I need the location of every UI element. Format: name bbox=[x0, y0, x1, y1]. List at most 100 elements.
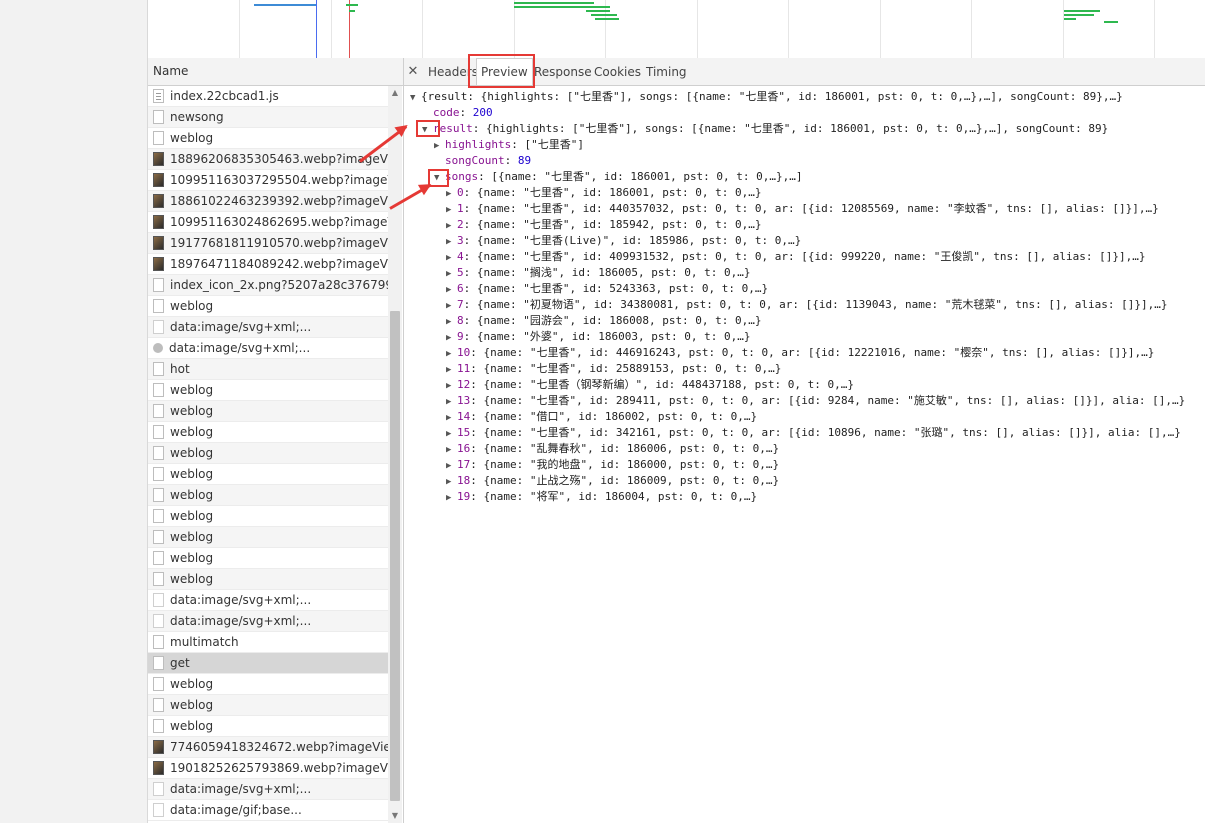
expand-right-icon[interactable]: ▶ bbox=[434, 138, 445, 154]
request-row[interactable]: weblog bbox=[148, 443, 388, 464]
document-file-icon bbox=[153, 466, 164, 481]
request-row[interactable]: data:image/svg+xml;... bbox=[148, 590, 388, 611]
request-row[interactable]: data:image/svg+xml;... bbox=[148, 338, 388, 359]
expand-right-icon[interactable]: ▶ bbox=[446, 426, 457, 442]
request-row[interactable]: weblog bbox=[148, 464, 388, 485]
request-row[interactable]: 18861022463239392.webp?imageView& bbox=[148, 191, 388, 212]
request-row[interactable]: 7746059418324672.webp?imageView&th bbox=[148, 737, 388, 758]
expand-right-icon[interactable]: ▶ bbox=[446, 458, 457, 474]
json-tree-node[interactable]: ▶ 11: {name: "七里香", id: 25889153, pst: 0,… bbox=[446, 361, 781, 377]
json-tree-node[interactable]: ▶ 17: {name: "我的地盘", id: 186000, pst: 0, … bbox=[446, 457, 779, 473]
expand-right-icon[interactable]: ▶ bbox=[446, 346, 457, 362]
expand-right-icon[interactable]: ▶ bbox=[446, 330, 457, 346]
json-tree-node[interactable]: ▼ result: {highlights: ["七里香"], songs: [{… bbox=[422, 121, 1108, 137]
expand-right-icon[interactable]: ▶ bbox=[446, 218, 457, 234]
json-tree-node[interactable]: ▶ 14: {name: "借口", id: 186002, pst: 0, t:… bbox=[446, 409, 757, 425]
expand-right-icon[interactable]: ▶ bbox=[446, 282, 457, 298]
json-tree-node[interactable]: ▶ 0: {name: "七里香", id: 186001, pst: 0, t:… bbox=[446, 185, 762, 201]
scroll-down-arrow-icon[interactable]: ▼ bbox=[388, 809, 402, 823]
request-row[interactable]: weblog bbox=[148, 716, 388, 737]
request-row[interactable]: 19018252625793869.webp?imageView& bbox=[148, 758, 388, 779]
request-list-scrollbar[interactable]: ▲ ▼ bbox=[388, 86, 402, 823]
json-tree-node[interactable]: ▶ 7: {name: "初夏物语", id: 34380081, pst: 0,… bbox=[446, 297, 1168, 313]
expand-right-icon[interactable]: ▶ bbox=[446, 410, 457, 426]
request-row[interactable]: weblog bbox=[148, 296, 388, 317]
expand-right-icon[interactable]: ▶ bbox=[446, 266, 457, 282]
json-tree-node[interactable]: ▶ 13: {name: "七里香", id: 289411, pst: 0, t… bbox=[446, 393, 1185, 409]
json-tree-node[interactable]: ▼ songs: [{name: "七里香", id: 186001, pst: … bbox=[434, 169, 803, 185]
network-overview-timeline[interactable] bbox=[148, 0, 1205, 59]
request-row[interactable]: 18976471184089242.webp?imageView& bbox=[148, 254, 388, 275]
request-name: 109951163024862695.webp?imageView. bbox=[170, 215, 388, 229]
request-row[interactable]: newsong bbox=[148, 107, 388, 128]
request-row[interactable]: weblog bbox=[148, 128, 388, 149]
dom-content-loaded-line bbox=[316, 0, 317, 58]
request-row[interactable]: weblog bbox=[148, 695, 388, 716]
name-column-header[interactable]: Name bbox=[148, 58, 403, 86]
request-row[interactable]: data:image/gif;base... bbox=[148, 800, 388, 821]
expand-right-icon[interactable]: ▶ bbox=[446, 202, 457, 218]
expand-down-icon[interactable]: ▼ bbox=[410, 90, 421, 106]
json-tree-node[interactable]: ▶ 1: {name: "七里香", id: 440357032, pst: 0,… bbox=[446, 201, 1159, 217]
tab-response[interactable]: Response bbox=[534, 58, 592, 85]
expand-right-icon[interactable]: ▶ bbox=[446, 234, 457, 250]
request-row[interactable]: weblog bbox=[148, 548, 388, 569]
request-row[interactable]: 109951163024862695.webp?imageView. bbox=[148, 212, 388, 233]
json-tree-node[interactable]: ▶ 2: {name: "七里香", id: 185942, pst: 0, t:… bbox=[446, 217, 762, 233]
request-row[interactable]: index.22cbcad1.js bbox=[148, 86, 388, 107]
expand-right-icon[interactable]: ▶ bbox=[446, 442, 457, 458]
expand-right-icon[interactable]: ▶ bbox=[446, 250, 457, 266]
json-tree-node[interactable]: ▶ 16: {name: "乱舞春秋", id: 186006, pst: 0, … bbox=[446, 441, 779, 457]
request-row[interactable]: weblog bbox=[148, 485, 388, 506]
json-tree-node[interactable]: ▶ 10: {name: "七里香", id: 446916243, pst: 0… bbox=[446, 345, 1154, 361]
request-row[interactable]: weblog bbox=[148, 422, 388, 443]
request-row[interactable]: 18896206835305463.webp?imageView& bbox=[148, 149, 388, 170]
request-row[interactable]: data:image/svg+xml;... bbox=[148, 611, 388, 632]
request-row[interactable]: hot bbox=[148, 359, 388, 380]
json-tree-node[interactable]: ▶ 18: {name: "止战之殇", id: 186009, pst: 0, … bbox=[446, 473, 779, 489]
request-row[interactable]: weblog bbox=[148, 569, 388, 590]
request-name: data:image/gif;base... bbox=[170, 803, 302, 817]
json-tree-node[interactable]: ▶ 6: {name: "七里香", id: 5243363, pst: 0, t… bbox=[446, 281, 768, 297]
expand-right-icon[interactable]: ▶ bbox=[446, 378, 457, 394]
expand-right-icon[interactable]: ▶ bbox=[446, 186, 457, 202]
json-preview-tree[interactable]: ▼ {result: {highlights: ["七里香"], songs: [… bbox=[404, 86, 1205, 823]
request-row[interactable]: weblog bbox=[148, 401, 388, 422]
json-tree-node[interactable]: ▶ 9: {name: "外婆", id: 186003, pst: 0, t: … bbox=[446, 329, 751, 345]
request-row[interactable]: weblog bbox=[148, 380, 388, 401]
json-tree-node[interactable]: ▶ 5: {name: "搁浅", id: 186005, pst: 0, t: … bbox=[446, 265, 751, 281]
tab-timing[interactable]: Timing bbox=[646, 58, 687, 85]
json-tree-node[interactable]: ▶ 19: {name: "将军", id: 186004, pst: 0, t:… bbox=[446, 489, 757, 505]
request-row[interactable]: data:image/svg+xml;... bbox=[148, 779, 388, 800]
request-row[interactable]: weblog bbox=[148, 527, 388, 548]
expand-right-icon[interactable]: ▶ bbox=[446, 474, 457, 490]
json-tree-node[interactable]: ▶ 12: {name: "七里香（钢琴新编）", id: 448437188, … bbox=[446, 377, 854, 393]
request-row[interactable]: weblog bbox=[148, 506, 388, 527]
scrollbar-thumb[interactable] bbox=[390, 311, 400, 801]
request-list[interactable]: index.22cbcad1.js newsong weblog 1889620683… bbox=[148, 86, 388, 823]
json-tree-node[interactable]: ▶ 8: {name: "园游会", id: 186008, pst: 0, t:… bbox=[446, 313, 762, 329]
json-tree-node[interactable]: ▶ 3: {name: "七里香(Live)", id: 185986, pst:… bbox=[446, 233, 801, 249]
json-tree-node[interactable]: ▶ 15: {name: "七里香", id: 342161, pst: 0, t… bbox=[446, 425, 1181, 441]
request-row[interactable]: multimatch bbox=[148, 632, 388, 653]
request-row[interactable]: weblog bbox=[148, 674, 388, 695]
expand-right-icon[interactable]: ▶ bbox=[446, 394, 457, 410]
expand-right-icon[interactable]: ▶ bbox=[446, 298, 457, 314]
json-value-summary: {name: "七里香", id: 185942, pst: 0, t: 0,…… bbox=[476, 218, 762, 231]
json-value-summary: {name: "七里香（钢琴新编）", id: 448437188, pst: … bbox=[483, 378, 855, 391]
request-row[interactable]: 19177681811910570.webp?imageView& bbox=[148, 233, 388, 254]
expand-right-icon[interactable]: ▶ bbox=[446, 362, 457, 378]
tab-cookies[interactable]: Cookies bbox=[594, 58, 641, 85]
request-row[interactable]: get bbox=[148, 653, 388, 674]
close-detail-icon[interactable]: ✕ bbox=[406, 58, 420, 85]
request-row[interactable]: 109951163037295504.webp?imageView. bbox=[148, 170, 388, 191]
json-tree-node[interactable]: ▼ {result: {highlights: ["七里香"], songs: [… bbox=[410, 89, 1123, 105]
json-tree-node[interactable]: ▶ 4: {name: "七里香", id: 409931532, pst: 0,… bbox=[446, 249, 1146, 265]
json-value-summary: ["七里香"] bbox=[524, 138, 584, 151]
request-row[interactable]: data:image/svg+xml;... bbox=[148, 317, 388, 338]
expand-right-icon[interactable]: ▶ bbox=[446, 314, 457, 330]
json-tree-node[interactable]: ▶ highlights: ["七里香"] bbox=[434, 137, 584, 153]
expand-right-icon[interactable]: ▶ bbox=[446, 490, 457, 506]
request-row[interactable]: index_icon_2x.png?5207a28c3767992ca4 bbox=[148, 275, 388, 296]
scroll-up-arrow-icon[interactable]: ▲ bbox=[388, 86, 402, 100]
